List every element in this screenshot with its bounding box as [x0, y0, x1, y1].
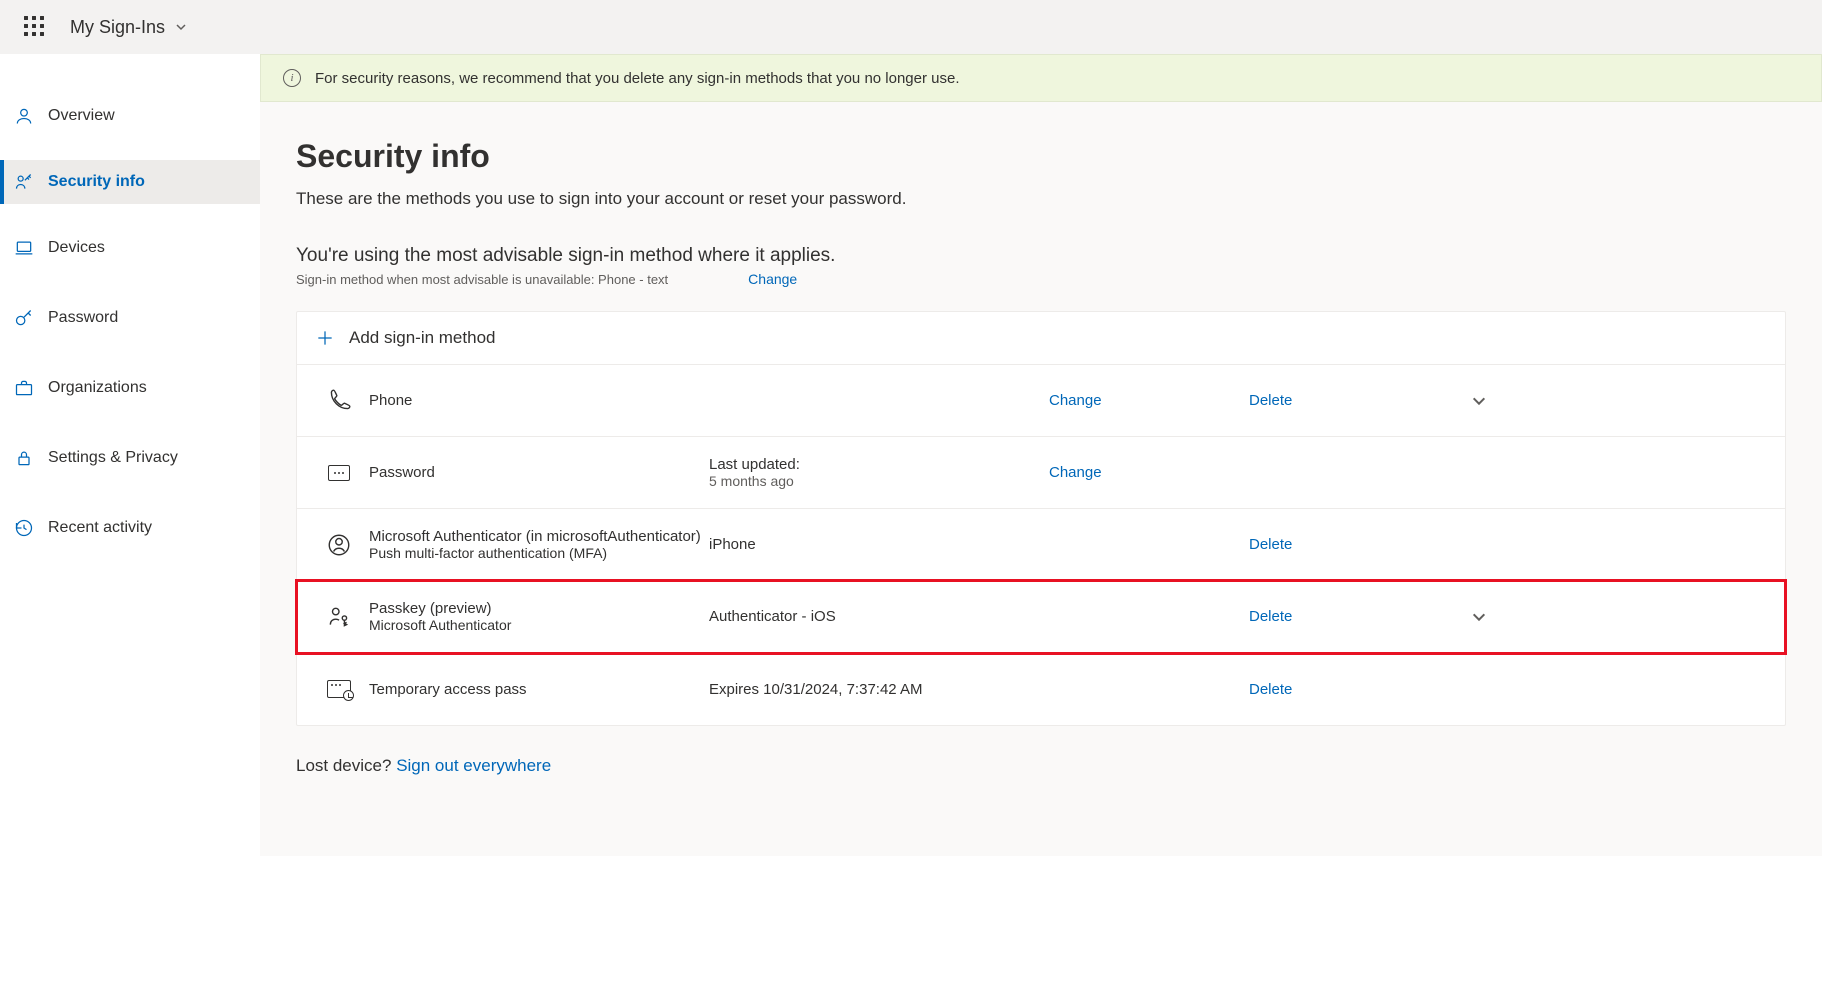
- lost-device-section: Lost device? Sign out everywhere: [296, 756, 1786, 776]
- info-icon: i: [283, 69, 301, 87]
- change-link[interactable]: Change: [1049, 392, 1249, 409]
- lost-device-label: Lost device?: [296, 756, 391, 775]
- delete-link[interactable]: Delete: [1249, 681, 1449, 698]
- method-title: Password: [369, 464, 709, 481]
- banner-text: For security reasons, we recommend that …: [315, 70, 960, 87]
- method-title: Temporary access pass: [369, 681, 709, 698]
- method-row-phone: Phone Change Delete: [297, 365, 1785, 437]
- sidebar-item-recent-activity[interactable]: Recent activity: [0, 506, 260, 550]
- security-banner: i For security reasons, we recommend tha…: [260, 54, 1822, 102]
- sidebar-item-overview[interactable]: Overview: [0, 94, 260, 138]
- authenticator-icon: [326, 532, 352, 558]
- tap-icon: [327, 680, 351, 698]
- sidebar-item-label: Organizations: [48, 379, 147, 397]
- delete-link[interactable]: Delete: [1249, 392, 1449, 409]
- sidebar-item-password[interactable]: Password: [0, 296, 260, 340]
- password-icon: [328, 465, 350, 481]
- method-detail: iPhone: [709, 536, 1049, 553]
- method-title: Microsoft Authenticator (in microsoftAut…: [369, 528, 709, 545]
- app-header: My Sign-Ins: [0, 0, 1822, 54]
- lock-icon: [14, 448, 34, 468]
- sidebar-item-organizations[interactable]: Organizations: [0, 366, 260, 410]
- sidebar-item-label: Overview: [48, 107, 115, 125]
- key-icon: [14, 308, 34, 328]
- person-icon: [14, 106, 34, 126]
- passkey-icon: [326, 604, 352, 630]
- app-launcher-icon[interactable]: [24, 16, 46, 38]
- change-default-link[interactable]: Change: [748, 271, 797, 287]
- method-subtitle: Push multi-factor authentication (MFA): [369, 545, 709, 561]
- plus-icon: [315, 328, 335, 348]
- phone-icon: [326, 388, 352, 414]
- method-detail: Expires 10/31/2024, 7:37:42 AM: [709, 681, 1049, 698]
- method-subtitle: Microsoft Authenticator: [369, 617, 709, 633]
- method-title: Phone: [369, 392, 709, 409]
- method-title: Passkey (preview): [369, 600, 709, 617]
- briefcase-icon: [14, 378, 34, 398]
- method-row-tap: Temporary access pass Expires 10/31/2024…: [297, 653, 1785, 725]
- laptop-icon: [14, 238, 34, 258]
- app-title-dropdown[interactable]: My Sign-Ins: [70, 17, 187, 38]
- sign-out-everywhere-link[interactable]: Sign out everywhere: [396, 756, 551, 775]
- method-row-authenticator: Microsoft Authenticator (in microsoftAut…: [297, 509, 1785, 581]
- chevron-down-icon[interactable]: [1471, 609, 1487, 625]
- chevron-down-icon: [175, 21, 187, 33]
- sidebar-item-label: Security info: [48, 173, 145, 191]
- history-icon: [14, 518, 34, 538]
- change-link[interactable]: Change: [1049, 464, 1249, 481]
- advice-subtext: Sign-in method when most advisable is un…: [296, 272, 668, 287]
- sidebar: Overview Security info Devices Password …: [0, 54, 260, 856]
- method-detail: Authenticator - iOS: [709, 608, 1049, 625]
- method-detail-sub: 5 months ago: [709, 473, 1049, 489]
- methods-card: Add sign-in method Phone Change Delete: [296, 311, 1786, 726]
- key-person-icon: [14, 172, 34, 192]
- sidebar-item-label: Password: [48, 309, 118, 327]
- sidebar-item-settings-privacy[interactable]: Settings & Privacy: [0, 436, 260, 480]
- sidebar-item-label: Recent activity: [48, 519, 152, 537]
- method-detail: Last updated:: [709, 456, 1049, 473]
- add-method-label: Add sign-in method: [349, 328, 495, 348]
- chevron-down-icon[interactable]: [1471, 393, 1487, 409]
- method-row-password: Password Last updated: 5 months ago Chan…: [297, 437, 1785, 509]
- main-content: i For security reasons, we recommend tha…: [260, 54, 1822, 856]
- page-subtitle: These are the methods you use to sign in…: [296, 189, 1786, 209]
- delete-link[interactable]: Delete: [1249, 536, 1449, 553]
- sidebar-item-label: Settings & Privacy: [48, 449, 178, 467]
- advice-text: You're using the most advisable sign-in …: [296, 245, 1786, 267]
- method-row-passkey: Passkey (preview) Microsoft Authenticato…: [297, 581, 1785, 653]
- sidebar-item-security-info[interactable]: Security info: [0, 160, 260, 204]
- delete-link[interactable]: Delete: [1249, 608, 1449, 625]
- page-title: Security info: [296, 138, 1786, 175]
- sidebar-item-label: Devices: [48, 239, 105, 257]
- sidebar-item-devices[interactable]: Devices: [0, 226, 260, 270]
- add-method-button[interactable]: Add sign-in method: [297, 312, 1785, 365]
- app-title: My Sign-Ins: [70, 17, 165, 38]
